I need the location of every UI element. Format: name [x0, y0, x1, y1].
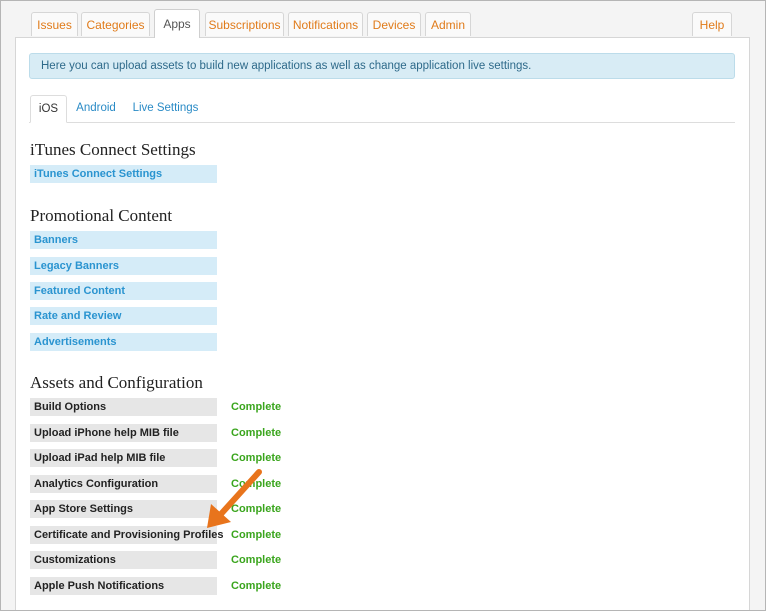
annotation-arrow-icon [207, 469, 262, 528]
info-alert: Here you can upload assets to build new … [29, 53, 735, 79]
app-window: Issues Categories Apps Subscriptions Not… [0, 0, 766, 611]
asset-upload-iphone-help[interactable]: Upload iPhone help MIB file [30, 424, 217, 442]
asset-upload-ipad-help[interactable]: Upload iPad help MIB file [30, 449, 217, 467]
tab-subscriptions[interactable]: Subscriptions [205, 12, 284, 36]
status-badge: Complete [231, 554, 282, 566]
section-heading-itunes: iTunes Connect Settings [30, 140, 196, 159]
subtab-live-settings[interactable]: Live Settings [128, 95, 203, 123]
tab-devices[interactable]: Devices [367, 12, 421, 36]
link-banners[interactable]: Banners [30, 231, 217, 249]
asset-analytics-configuration[interactable]: Analytics Configuration [30, 475, 217, 493]
subtab-android[interactable]: Android [70, 95, 122, 123]
link-legacy-banners[interactable]: Legacy Banners [30, 257, 217, 275]
status-badge: Complete [231, 401, 282, 413]
section-heading-promotional: Promotional Content [30, 206, 173, 225]
status-badge: Complete [231, 427, 282, 439]
asset-certificate-provisioning[interactable]: Certificate and Provisioning Profiles [30, 526, 224, 544]
status-badge: Complete [231, 580, 282, 592]
link-rate-and-review[interactable]: Rate and Review [30, 307, 217, 325]
top-tabs: Issues Categories Apps Subscriptions Not… [1, 1, 765, 38]
subtab-ios[interactable]: iOS [30, 95, 67, 123]
tab-admin[interactable]: Admin [425, 12, 471, 36]
asset-build-options[interactable]: Build Options [30, 398, 217, 416]
tab-notifications[interactable]: Notifications [288, 12, 363, 36]
tab-help[interactable]: Help [692, 12, 732, 36]
tab-categories[interactable]: Categories [81, 12, 150, 36]
link-advertisements[interactable]: Advertisements [30, 333, 217, 351]
link-itunes-connect-settings[interactable]: iTunes Connect Settings [30, 165, 217, 183]
tab-apps[interactable]: Apps [154, 9, 200, 38]
section-heading-assets: Assets and Configuration [30, 373, 203, 392]
asset-apple-push-notifications[interactable]: Apple Push Notifications [30, 577, 217, 595]
asset-customizations[interactable]: Customizations [30, 551, 217, 569]
tab-issues[interactable]: Issues [31, 12, 78, 36]
link-featured-content[interactable]: Featured Content [30, 282, 217, 300]
status-badge: Complete [231, 452, 282, 464]
asset-app-store-settings[interactable]: App Store Settings [30, 500, 217, 518]
